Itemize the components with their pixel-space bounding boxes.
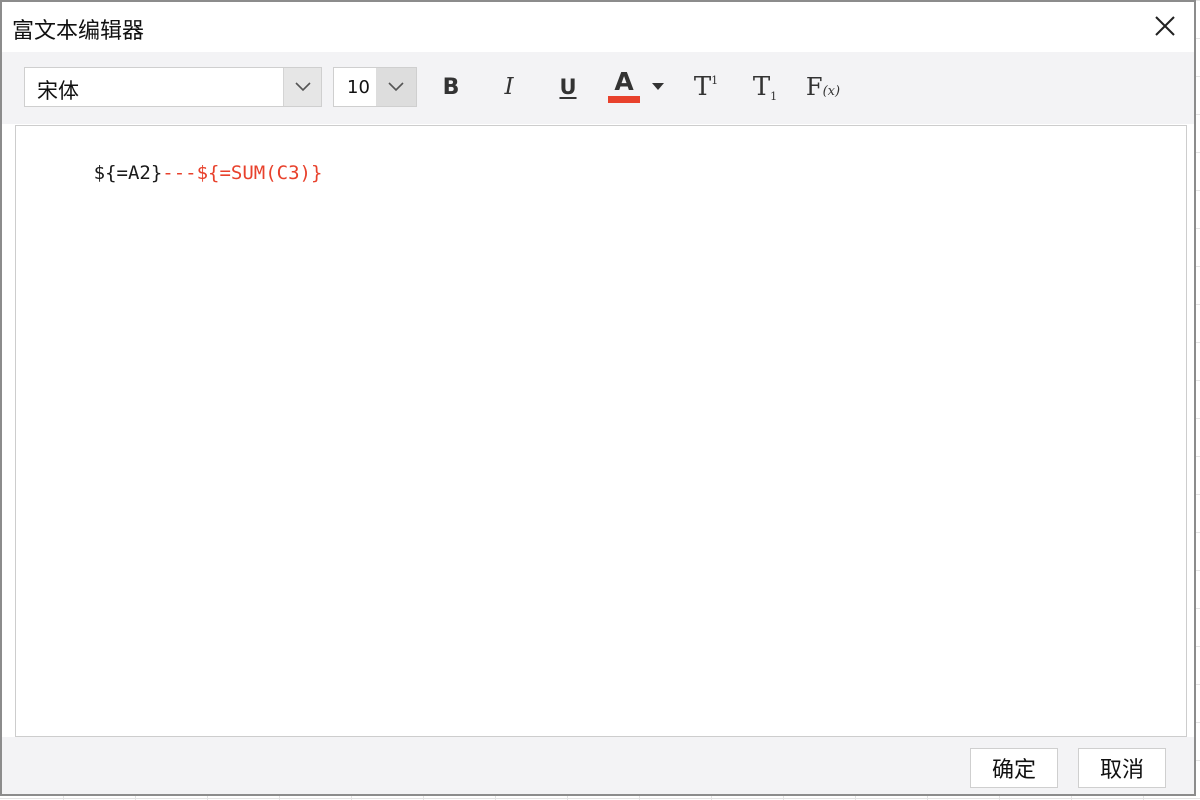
- superscript-button[interactable]: T1: [686, 67, 726, 107]
- bold-icon: B: [442, 74, 460, 100]
- dialog-titlebar: 富文本编辑器: [2, 2, 1194, 52]
- superscript-icon: T1: [693, 72, 719, 102]
- font-size-select[interactable]: 10: [333, 67, 417, 107]
- underline-button[interactable]: U: [548, 67, 588, 107]
- rich-text-editor-dialog: 富文本编辑器 宋体 10 B I U A T1 T1 F(x) ${=A2}--…: [0, 0, 1196, 796]
- subscript-icon: T1: [752, 72, 778, 103]
- editor-text-segment: ---${=SUM(C3)}: [162, 162, 323, 184]
- dialog-title: 富文本编辑器: [12, 19, 145, 44]
- dialog-footer: 确定 取消: [2, 737, 1194, 794]
- italic-button[interactable]: I: [489, 67, 529, 107]
- ok-button[interactable]: 确定: [970, 748, 1058, 788]
- formula-button[interactable]: F(x): [803, 67, 843, 107]
- formula-icon: F(x): [805, 73, 841, 101]
- editor-content-line: ${=A2}---${=SUM(C3)}: [25, 140, 323, 206]
- font-family-dropdown-button[interactable]: [283, 68, 321, 106]
- font-color-button[interactable]: A: [606, 67, 670, 107]
- cancel-button[interactable]: 取消: [1078, 748, 1166, 788]
- font-size-dropdown-button[interactable]: [376, 68, 416, 106]
- formatting-toolbar: 宋体 10 B I U A T1 T1 F(x): [2, 52, 1194, 124]
- font-color-icon: A: [614, 67, 634, 96]
- font-family-select[interactable]: 宋体: [24, 67, 322, 107]
- chevron-down-icon: [388, 82, 404, 92]
- bold-button[interactable]: B: [431, 67, 471, 107]
- caret-down-icon[interactable]: [652, 83, 664, 91]
- editor-text-segment: ${=A2}: [93, 162, 163, 184]
- font-size-value: 10: [347, 77, 370, 98]
- subscript-button[interactable]: T1: [745, 67, 785, 107]
- font-family-value: 宋体: [37, 79, 79, 103]
- chevron-down-icon: [294, 82, 311, 92]
- underline-icon: U: [559, 75, 577, 99]
- rich-text-editor-area[interactable]: ${=A2}---${=SUM(C3)}: [15, 125, 1187, 737]
- font-color-swatch: [608, 96, 640, 103]
- close-icon: [1155, 16, 1175, 36]
- close-button[interactable]: [1150, 11, 1180, 41]
- italic-icon: I: [504, 74, 514, 100]
